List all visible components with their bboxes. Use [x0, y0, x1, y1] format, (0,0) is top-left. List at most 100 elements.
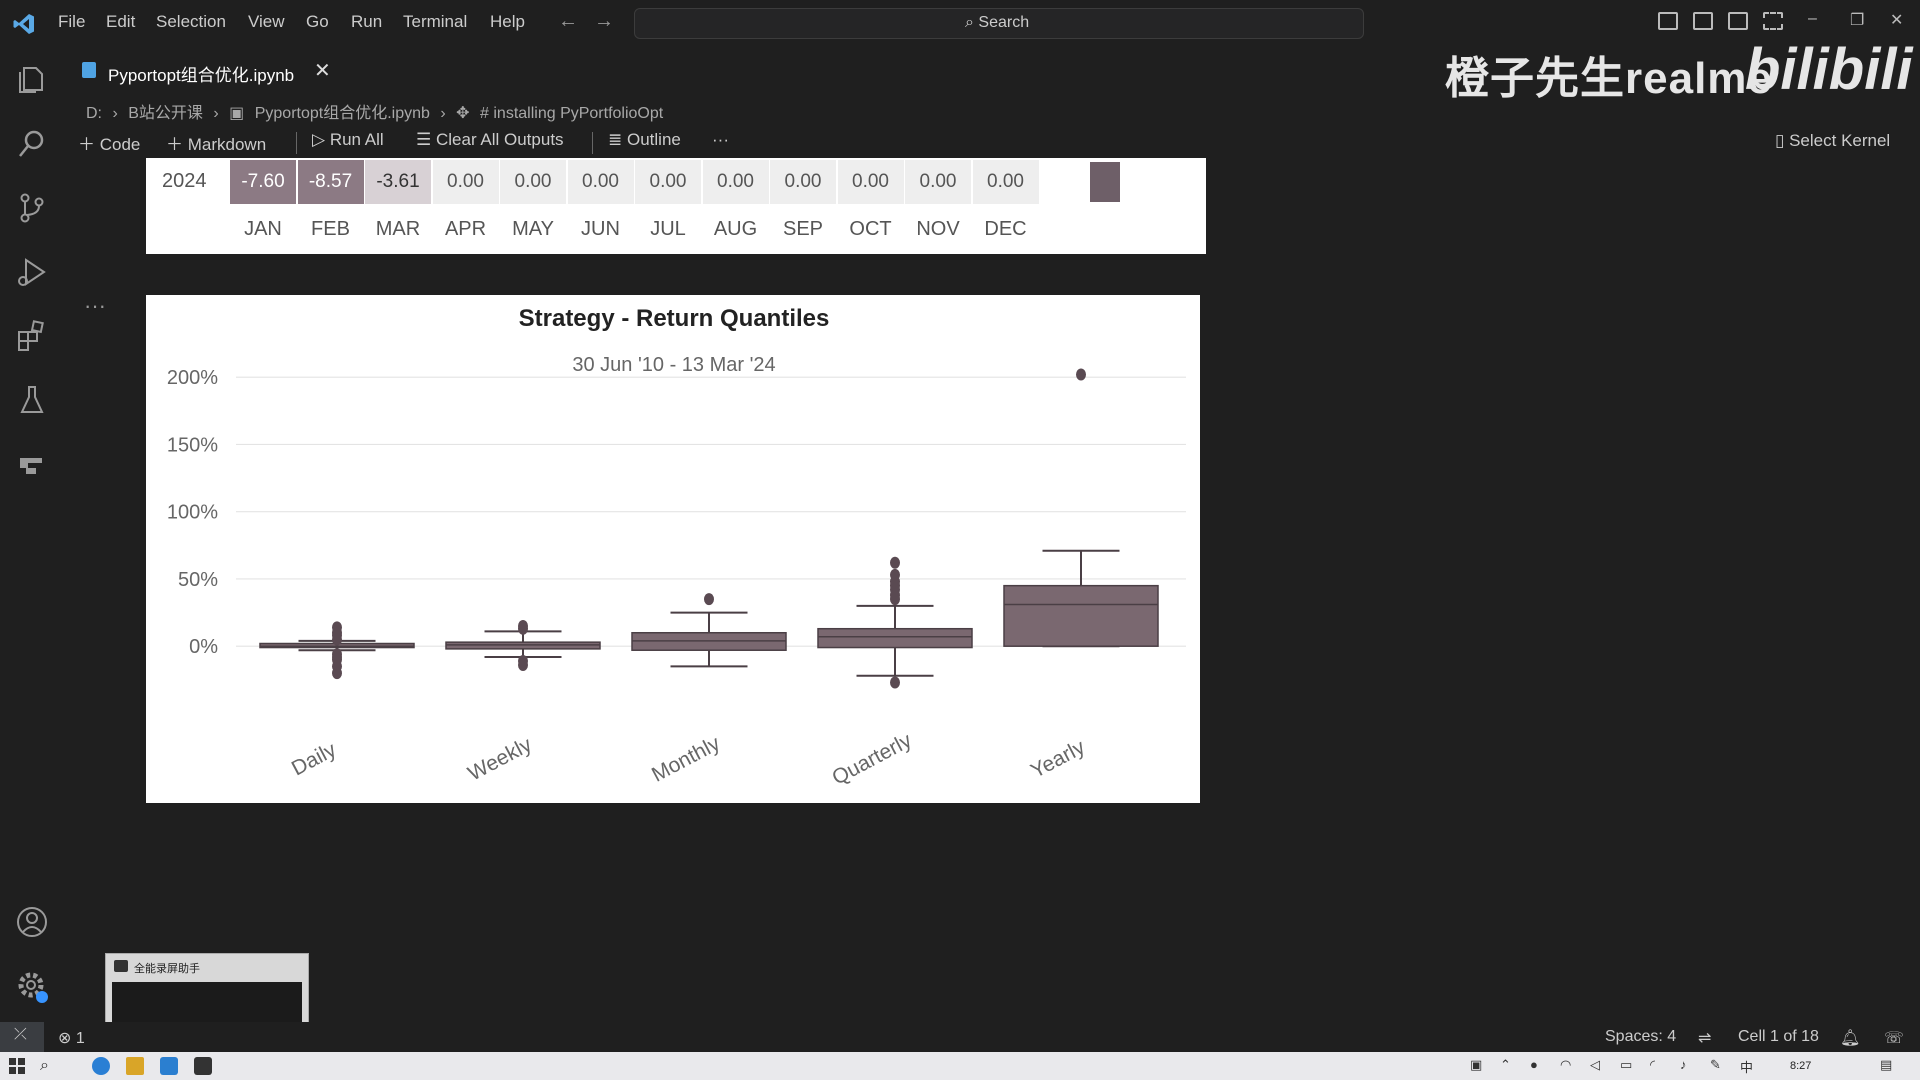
restore-icon[interactable]: ❐	[1850, 10, 1864, 30]
indentation-status[interactable]: Spaces: 4	[1605, 1028, 1676, 1046]
settings-gear-icon[interactable]	[14, 968, 50, 1004]
clock[interactable]: 8:27	[1790, 1060, 1811, 1072]
clear-all-outputs-button[interactable]: ☰ Clear All Outputs	[416, 130, 564, 150]
toggle-primary-sidebar-icon[interactable]	[1658, 12, 1678, 30]
cell-position-status[interactable]: Cell 1 of 18	[1738, 1028, 1819, 1046]
explorer-icon[interactable]	[14, 62, 50, 98]
menu-help[interactable]: Help	[490, 12, 525, 32]
pen-icon[interactable]: ✎	[1710, 1057, 1728, 1075]
breadcrumb-file[interactable]: Pyportopt组合优化.ipynb	[255, 105, 430, 122]
menu-terminal[interactable]: Terminal	[403, 12, 467, 32]
outline-button[interactable]: ≣ Outline	[608, 130, 681, 150]
breadcrumb-drive[interactable]: D:	[86, 105, 102, 122]
speaker-icon[interactable]: ♪	[1680, 1057, 1698, 1075]
outlier-point	[704, 593, 714, 606]
tray-icon[interactable]: ▣	[1470, 1057, 1488, 1075]
notebook-status-icon[interactable]: ⇌	[1698, 1028, 1711, 1048]
monthly-returns-heatmap: 2024 -7.60 JAN -8.57 FEB -3.61 MAR 0.00 APR 0.00…	[146, 158, 1206, 254]
ime-icon[interactable]: 中	[1740, 1057, 1758, 1075]
breadcrumb-section[interactable]: # installing PyPortfolioOpt	[480, 105, 663, 122]
recorder-title: 全能录屏助手	[134, 963, 200, 975]
wifi-icon[interactable]: ◜	[1650, 1057, 1668, 1075]
activity-bar	[0, 46, 64, 1031]
outlier-point	[890, 568, 900, 581]
outlier-point	[332, 621, 342, 634]
heatmap-cell: -3.61	[365, 160, 431, 204]
source-control-icon[interactable]	[14, 190, 50, 226]
outlier-point	[890, 676, 900, 689]
heatmap-month-label: JUL	[650, 218, 686, 240]
y-tick-label: 150%	[167, 434, 218, 456]
feedback-icon[interactable]: ☏	[1884, 1028, 1904, 1048]
toggle-secondary-sidebar-icon[interactable]	[1728, 12, 1748, 30]
command-search[interactable]: ⌕ Search	[634, 8, 1364, 39]
menu-view[interactable]: View	[248, 12, 285, 32]
battery-icon[interactable]: ▭	[1620, 1057, 1638, 1075]
video-watermark: 橙子先生realme	[1445, 54, 1773, 103]
vscode-taskbar-icon[interactable]	[160, 1057, 178, 1075]
box-monthly	[631, 593, 787, 668]
tray-overflow-icon[interactable]: ⌃	[1500, 1057, 1518, 1075]
testing-flask-icon[interactable]	[14, 382, 50, 418]
title-bar: File Edit Selection View Go Run Terminal…	[0, 0, 1920, 46]
recorder-taskbar-icon[interactable]	[194, 1057, 212, 1075]
heatmap-cell: 0.00	[837, 160, 904, 204]
network-icon[interactable]: ◠	[1560, 1057, 1578, 1075]
box-daily	[259, 621, 415, 680]
volume-icon[interactable]: ◁	[1590, 1057, 1608, 1075]
heatmap-month-label: DEC	[984, 218, 1027, 240]
back-arrow-icon[interactable]: ←	[558, 10, 578, 33]
menu-run[interactable]: Run	[351, 12, 382, 32]
select-kernel-label: Select Kernel	[1789, 131, 1891, 150]
account-icon[interactable]	[14, 904, 50, 940]
y-tick-label: 50%	[178, 569, 218, 591]
windows-start-icon[interactable]	[8, 1057, 26, 1075]
edge-browser-icon[interactable]	[92, 1057, 110, 1075]
notifications-bell-icon[interactable]: 🔔︎	[1840, 1028, 1860, 1048]
heatmap-month-label: OCT	[849, 218, 892, 240]
return-quantiles-svg: Strategy - Return Quantiles 30 Jun '10 -…	[167, 305, 1186, 790]
add-code-cell-button[interactable]: ＋ Code	[78, 130, 140, 155]
extensions-icon[interactable]	[14, 318, 50, 354]
close-window-icon[interactable]: ✕	[1890, 10, 1903, 30]
remote-explorer-icon[interactable]	[14, 446, 50, 482]
customize-layout-icon[interactable]	[1763, 12, 1783, 30]
notebook-file-icon	[82, 62, 96, 78]
notification-center-icon[interactable]: ▤	[1880, 1057, 1898, 1075]
y-tick-label: 100%	[167, 502, 218, 524]
remote-indicator[interactable]: ⤫	[0, 1022, 44, 1052]
search-icon: ⌕	[965, 14, 974, 31]
search-sidebar-icon[interactable]	[14, 126, 50, 162]
heatmap-month-label: MAR	[375, 218, 421, 240]
file-explorer-icon[interactable]	[126, 1057, 144, 1075]
microphone-icon[interactable]: ●	[1530, 1057, 1548, 1075]
chart-subtitle: 30 Jun '10 - 13 Mar '24	[572, 354, 775, 376]
menu-selection[interactable]: Selection	[156, 12, 226, 32]
breadcrumb-folder[interactable]: B站公开课	[128, 105, 203, 122]
x-tick-label: Quarterly	[828, 729, 915, 790]
menu-edit[interactable]: Edit	[106, 12, 135, 32]
forward-arrow-icon[interactable]: →	[594, 10, 614, 33]
heatmap-cell: 0.00	[500, 160, 566, 204]
heatmap-month-label: AUG	[713, 218, 758, 240]
more-views-icon[interactable]: ···	[84, 293, 106, 319]
taskbar-search-icon[interactable]: ⌕	[40, 1057, 58, 1075]
problems-indicator[interactable]: ⊗ 1	[58, 1028, 85, 1048]
minimize-icon[interactable]: –	[1808, 10, 1817, 28]
clear-outputs-icon: ☰	[416, 130, 432, 149]
more-actions-icon[interactable]: ···	[712, 130, 729, 150]
menu-file[interactable]: File	[58, 12, 85, 32]
plus-icon: ＋	[166, 135, 183, 154]
toggle-panel-icon[interactable]	[1693, 12, 1713, 30]
heatmap-month-label: FEB	[311, 218, 350, 240]
run-all-button[interactable]: ▷ Run All	[312, 130, 384, 150]
add-markdown-cell-button[interactable]: ＋ Markdown	[166, 130, 266, 155]
select-kernel-button[interactable]: ▯ Select Kernel	[1775, 131, 1890, 151]
vscode-logo-icon	[13, 14, 34, 34]
chart-title: Strategy - Return Quantiles	[519, 305, 830, 332]
menu-go[interactable]: Go	[306, 12, 329, 32]
close-tab-icon[interactable]: ✕	[314, 58, 331, 83]
chevron-right-icon: ›	[440, 105, 446, 122]
run-debug-icon[interactable]	[14, 254, 50, 290]
outline-label: Outline	[626, 130, 681, 149]
